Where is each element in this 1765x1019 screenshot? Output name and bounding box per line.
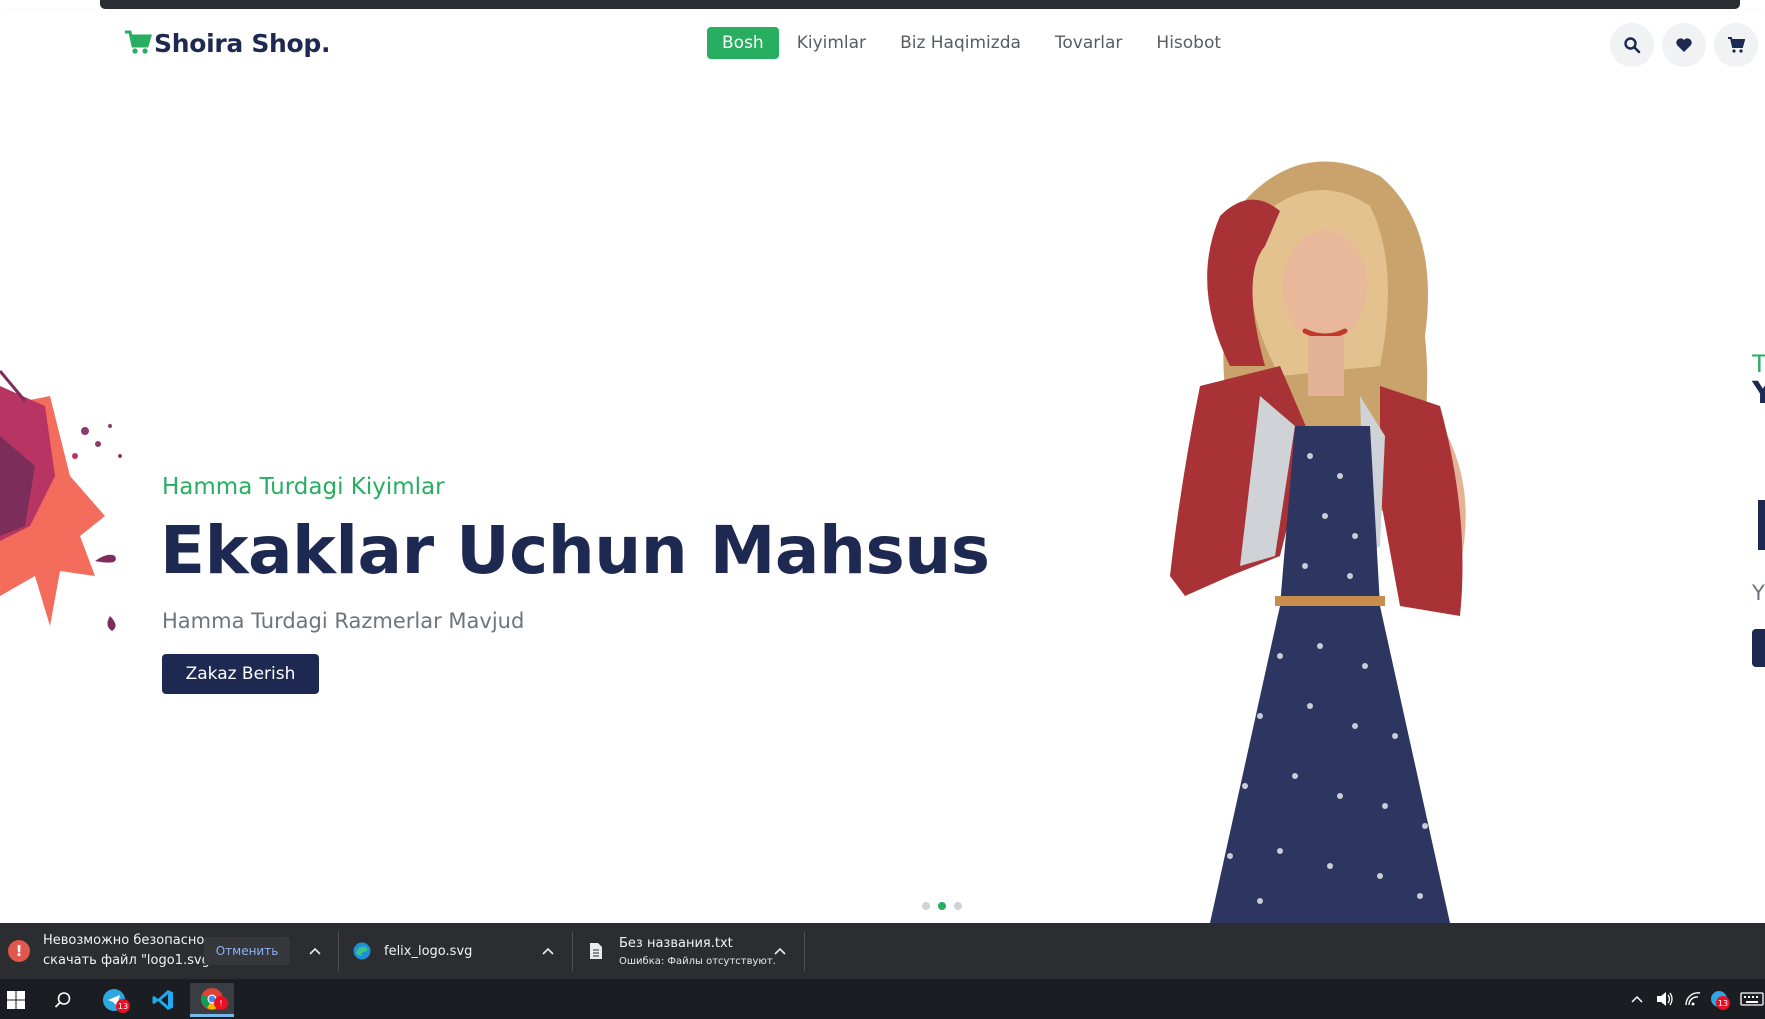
nav-item-tovarlar[interactable]: Tovarlar bbox=[1055, 27, 1123, 59]
file-icon bbox=[590, 943, 602, 959]
taskbar-chrome[interactable]: ! bbox=[190, 983, 234, 1017]
carousel-dot-3[interactable] bbox=[954, 902, 962, 910]
download-item-txt[interactable]: Без названия.txt Ошибка: Файлы отсутству… bbox=[588, 923, 776, 979]
nav-item-biz-haqimizda[interactable]: Biz Haqimizda bbox=[900, 27, 1021, 59]
next-slide-description-peek: Y bbox=[1752, 581, 1765, 605]
taskbar: 13 ! 13 bbox=[0, 979, 1765, 1019]
edge-icon bbox=[353, 942, 371, 960]
page: Shoira Shop. Bosh Kiyimlar Biz Haqimizda… bbox=[0, 0, 1765, 1019]
chrome-badge: ! bbox=[214, 996, 228, 1010]
taskbar-search-button[interactable] bbox=[41, 983, 85, 1017]
hero-carousel: Hamma Turdagi Kiyimlar Ekaklar Uchun Mah… bbox=[0, 76, 1765, 923]
download-warning-text: Невозможно безопасно скачать файл "logo1… bbox=[43, 923, 220, 979]
notification-app-tray[interactable]: 13 bbox=[1710, 990, 1730, 1010]
navbar: Shoira Shop. Bosh Kiyimlar Biz Haqimizda… bbox=[0, 10, 1765, 76]
chevron-up-icon[interactable] bbox=[1630, 992, 1644, 1006]
nav-menu: Bosh Kiyimlar Biz Haqimizda Tovarlar His… bbox=[707, 27, 1255, 59]
start-button[interactable] bbox=[0, 983, 38, 1017]
wifi-icon[interactable] bbox=[1684, 991, 1702, 1007]
download-warning-line2: скачать файл "logo1.svg". bbox=[43, 953, 220, 968]
tray-badge: 13 bbox=[1716, 996, 1730, 1010]
taskbar-vscode[interactable] bbox=[141, 983, 185, 1017]
order-button[interactable]: Zakaz Berish bbox=[162, 654, 319, 694]
next-slide-button-peek[interactable] bbox=[1752, 629, 1765, 667]
cancel-download-button[interactable]: Отменить bbox=[204, 937, 290, 965]
next-slide-title-peek: Y bbox=[1752, 376, 1765, 411]
download-txt-info: Без названия.txt Ошибка: Файлы отсутству… bbox=[619, 936, 776, 967]
volume-icon[interactable] bbox=[1656, 991, 1674, 1007]
cart-button[interactable] bbox=[1714, 23, 1758, 67]
search-icon bbox=[1624, 37, 1641, 54]
warning-icon: ! bbox=[8, 940, 30, 962]
telegram-badge: 13 bbox=[116, 999, 130, 1013]
carousel-dot-2[interactable] bbox=[938, 902, 946, 910]
divider bbox=[338, 931, 339, 971]
search-button[interactable] bbox=[1610, 23, 1654, 67]
nav-item-kiyimlar[interactable]: Kiyimlar bbox=[797, 27, 866, 59]
paint-splash-decoration bbox=[0, 370, 122, 631]
download-filename: Без названия.txt bbox=[619, 935, 733, 951]
keyboard-icon[interactable] bbox=[1740, 991, 1764, 1007]
chevron-up-icon[interactable] bbox=[772, 943, 788, 959]
download-item-felix[interactable]: felix_logo.svg bbox=[352, 923, 472, 979]
nav-icon-group bbox=[1610, 23, 1765, 67]
brand-name: Shoira Shop. bbox=[154, 28, 331, 58]
divider bbox=[804, 931, 805, 971]
browser-top-strip bbox=[0, 0, 1765, 10]
system-tray: 13 bbox=[1630, 979, 1764, 1019]
download-error-text: Ошибка: Файлы отсутствуют. bbox=[619, 955, 776, 967]
cart-logo-icon bbox=[125, 30, 152, 54]
taskbar-telegram[interactable]: 13 bbox=[92, 983, 136, 1017]
divider bbox=[572, 931, 573, 971]
carousel-indicators bbox=[922, 902, 970, 910]
wishlist-button[interactable] bbox=[1662, 23, 1706, 67]
download-bar: ! Невозможно безопасно скачать файл "log… bbox=[0, 923, 1765, 979]
hero-description: Hamma Turdagi Razmerlar Mavjud bbox=[162, 609, 525, 633]
windows-icon bbox=[7, 991, 25, 1009]
hero-title: Ekaklar Uchun Mahsus bbox=[160, 512, 990, 589]
chevron-up-icon[interactable] bbox=[540, 943, 556, 959]
hero-subtitle: Hamma Turdagi Kiyimlar bbox=[162, 474, 445, 500]
heart-icon bbox=[1676, 38, 1692, 52]
next-slide-heading-peek bbox=[1758, 500, 1765, 550]
carousel-dot-1[interactable] bbox=[922, 902, 930, 910]
brand-logo[interactable]: Shoira Shop. bbox=[124, 26, 331, 60]
next-slide-subtitle-peek: T bbox=[1752, 350, 1765, 378]
vscode-icon bbox=[152, 990, 173, 1010]
hero-model-image bbox=[1170, 161, 1466, 923]
download-filename: felix_logo.svg bbox=[384, 943, 473, 959]
nav-item-bosh[interactable]: Bosh bbox=[707, 27, 779, 59]
download-warning-line1: Невозможно безопасно bbox=[43, 933, 205, 948]
download-item-warning: ! bbox=[8, 923, 30, 979]
chevron-up-icon[interactable] bbox=[307, 943, 323, 959]
nav-item-hisobot[interactable]: Hisobot bbox=[1156, 27, 1221, 59]
search-icon bbox=[54, 992, 71, 1008]
cart-icon bbox=[1728, 37, 1745, 53]
